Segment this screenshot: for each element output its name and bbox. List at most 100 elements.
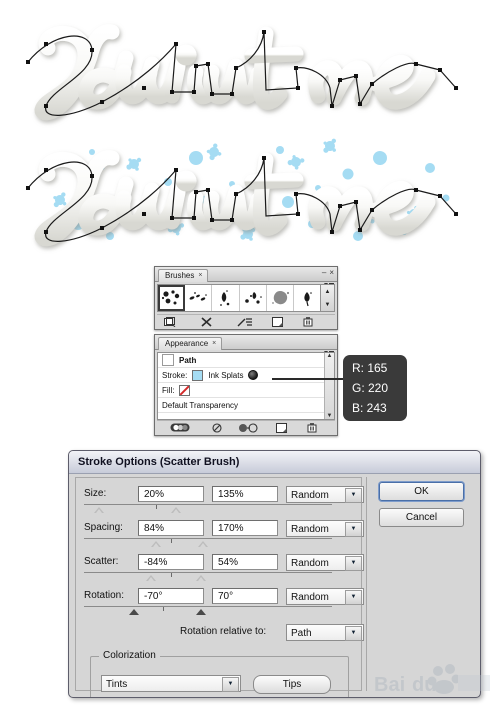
- new-art-has-basic-appearance-icon[interactable]: [157, 421, 203, 434]
- scroll-down-icon[interactable]: ▼: [321, 298, 334, 311]
- rotation-relative-label: Rotation relative to:: [180, 626, 267, 637]
- ok-button[interactable]: OK: [379, 482, 464, 501]
- tab-brushes[interactable]: Brushes ×: [158, 269, 209, 282]
- stroke-options-dialog[interactable]: Stroke Options (Scatter Brush) Size: 20%…: [68, 450, 481, 698]
- scatter-slider-tick: [170, 573, 172, 577]
- spacing-mode-select[interactable]: Random ▼: [286, 520, 364, 537]
- chevron-down-icon[interactable]: ▼: [345, 626, 362, 641]
- stroke-color-swatch[interactable]: [192, 369, 204, 381]
- size-max-input[interactable]: 135%: [212, 486, 278, 502]
- rotation-slider-track: [84, 606, 332, 607]
- appearance-panel[interactable]: Appearance × Path Stroke: Ink Splats Fil…: [154, 334, 338, 436]
- rotation-relative-select[interactable]: Path ▼: [286, 624, 364, 641]
- remove-brush-stroke-icon[interactable]: [183, 315, 229, 328]
- scatter-min-input[interactable]: -84%: [138, 554, 204, 570]
- brush-options-icon[interactable]: [229, 315, 261, 328]
- chevron-down-icon[interactable]: ▼: [345, 488, 362, 503]
- rotation-slider-max-thumb[interactable]: [195, 609, 206, 615]
- scatter-label: Scatter:: [84, 556, 119, 567]
- paint-me-plain-svg: [26, 24, 458, 121]
- callout-g-value: G: 220: [352, 381, 389, 395]
- rotation-slider-min-thumb[interactable]: [128, 609, 139, 615]
- scroll-up-icon[interactable]: ▲: [321, 285, 334, 298]
- rotation-relative-value: Path: [291, 628, 312, 639]
- size-slider-min-thumb[interactable]: [93, 507, 104, 513]
- stroke-label: Stroke:: [162, 370, 188, 380]
- colorization-method-value: Tints: [106, 679, 128, 690]
- scatter-mode-select[interactable]: Random ▼: [286, 554, 364, 571]
- spacing-slider-tick: [170, 539, 172, 543]
- spacing-slider[interactable]: [84, 538, 332, 549]
- brush-ink-splats[interactable]: [158, 285, 186, 311]
- new-brush-icon[interactable]: [261, 315, 293, 328]
- delete-brush-icon[interactable]: [293, 315, 323, 328]
- dialog-controls-area: Size: 20% 135% Random ▼ Spacing: 84% 170…: [75, 477, 364, 697]
- chevron-down-icon[interactable]: ▼: [345, 590, 362, 605]
- minimize-icon[interactable]: –: [322, 269, 326, 277]
- rotation-mode-select[interactable]: Random ▼: [286, 588, 364, 605]
- scatter-slider-min-thumb[interactable]: [146, 575, 156, 581]
- dialog-title: Stroke Options (Scatter Brush): [78, 456, 240, 468]
- callout-connector-line: [272, 378, 344, 380]
- rotation-min-input[interactable]: -70°: [138, 588, 204, 604]
- appearance-row-path[interactable]: Path: [158, 353, 334, 368]
- colorization-method-select[interactable]: Tints ▼: [101, 675, 241, 692]
- cancel-button[interactable]: Cancel: [379, 508, 464, 527]
- size-slider[interactable]: [84, 504, 332, 515]
- close-icon[interactable]: ×: [329, 269, 334, 277]
- spacing-slider-max-thumb[interactable]: [198, 541, 209, 547]
- size-mode-value: Random: [291, 490, 329, 501]
- delete-item-icon[interactable]: [297, 421, 327, 434]
- rotation-slider[interactable]: [84, 606, 332, 617]
- size-slider-max-thumb[interactable]: [170, 507, 181, 513]
- duplicate-item-icon[interactable]: [265, 421, 297, 434]
- spacing-min-input[interactable]: 84%: [138, 520, 204, 536]
- brush-comma-splat[interactable]: [239, 285, 267, 311]
- brush-spatter-fine[interactable]: [185, 285, 213, 311]
- brush-blob[interactable]: [266, 285, 294, 311]
- rgb-color-callout: R: 165 G: 220 B: 243: [343, 355, 407, 421]
- brushes-panel-titlebar[interactable]: Brushes × – ×: [155, 267, 337, 282]
- rotation-max-input[interactable]: 70°: [212, 588, 278, 604]
- chevron-down-icon[interactable]: ▼: [345, 556, 362, 571]
- appearance-row-fill[interactable]: Fill:: [158, 383, 334, 398]
- clear-appearance-icon[interactable]: [203, 421, 231, 434]
- brushes-window-buttons[interactable]: – ×: [322, 267, 334, 279]
- brushes-scrollbar[interactable]: ▲ ▼: [320, 284, 335, 312]
- tab-appearance[interactable]: Appearance ×: [158, 337, 223, 350]
- row-rotation-relative: Rotation relative to: Path ▼: [76, 622, 364, 644]
- fill-none-swatch[interactable]: [179, 384, 191, 396]
- appearance-scrollbar[interactable]: ▲ ▼: [324, 353, 334, 419]
- close-icon[interactable]: ×: [212, 338, 216, 350]
- appearance-panel-footer[interactable]: [157, 420, 335, 434]
- scroll-down-icon[interactable]: ▼: [327, 413, 333, 419]
- appearance-panel-titlebar[interactable]: Appearance ×: [155, 335, 337, 350]
- spacing-max-input[interactable]: 170%: [212, 520, 278, 536]
- spacing-slider-min-thumb[interactable]: [150, 541, 161, 547]
- spacing-mode-value: Random: [291, 524, 329, 535]
- stroke-target-indicator-icon[interactable]: [248, 370, 259, 380]
- chevron-down-icon[interactable]: ▼: [222, 677, 239, 692]
- scatter-max-input[interactable]: 54%: [212, 554, 278, 570]
- brushes-panel[interactable]: Brushes × – × ▲ ▼: [154, 266, 338, 330]
- brushes-panel-footer[interactable]: [157, 314, 335, 328]
- appearance-row-stroke[interactable]: Stroke: Ink Splats: [158, 368, 334, 383]
- paint-me-splatter-artwork: [0, 128, 500, 256]
- size-mode-select[interactable]: Random ▼: [286, 486, 364, 503]
- tab-appearance-label: Appearance: [165, 339, 209, 348]
- dialog-body: Size: 20% 135% Random ▼ Spacing: 84% 170…: [69, 473, 480, 697]
- close-icon[interactable]: ×: [198, 270, 202, 282]
- appearance-list[interactable]: Path Stroke: Ink Splats Fill: Default Tr…: [157, 352, 335, 420]
- scatter-slider[interactable]: [84, 572, 332, 583]
- scroll-up-icon[interactable]: ▲: [327, 353, 333, 359]
- chevron-down-icon[interactable]: ▼: [345, 522, 362, 537]
- reduce-to-basic-appearance-icon[interactable]: [231, 421, 265, 434]
- appearance-row-transparency[interactable]: Default Transparency: [158, 398, 334, 413]
- brush-thumbnail-strip[interactable]: [157, 284, 321, 312]
- size-min-input[interactable]: 20%: [138, 486, 204, 502]
- brush-teardrop[interactable]: [293, 285, 321, 311]
- brush-drip[interactable]: [212, 285, 240, 311]
- tips-button[interactable]: Tips: [253, 675, 331, 694]
- scatter-slider-max-thumb[interactable]: [195, 575, 206, 581]
- brush-libraries-icon[interactable]: [157, 315, 183, 328]
